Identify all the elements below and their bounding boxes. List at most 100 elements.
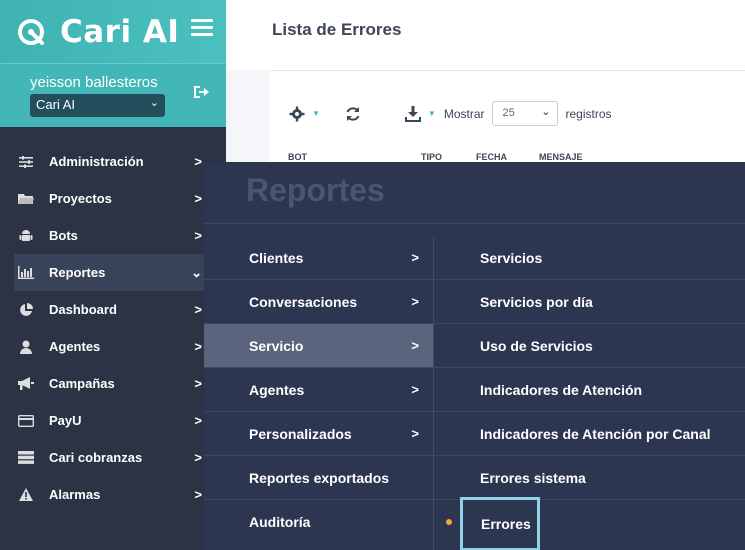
submenu-item-servicios[interactable]: Servicios xyxy=(434,236,745,280)
chevron-right-icon: > xyxy=(411,382,419,397)
caret-down-icon[interactable]: ▼ xyxy=(428,109,436,118)
submenu-item-errores[interactable]: Errores xyxy=(434,497,745,550)
sidebar-item-label: Reportes xyxy=(49,265,106,280)
menu-item-servicio[interactable]: Servicio > xyxy=(204,324,433,368)
chevron-down-icon: ⌄ xyxy=(191,264,202,280)
sidebar-item-campanas[interactable]: Campañas > xyxy=(0,365,226,402)
submenu-item-errores-sistema[interactable]: Errores sistema xyxy=(434,456,745,500)
records-label: registros xyxy=(565,106,612,121)
divider xyxy=(204,223,745,224)
menu-item-label: Personalizados xyxy=(249,425,352,442)
menu-item-agentes[interactable]: Agentes > xyxy=(204,368,433,412)
submenu-item-label: Errores sistema xyxy=(480,469,586,486)
sidebar-item-proyectos[interactable]: Proyectos > xyxy=(0,180,226,217)
menu-item-label: Conversaciones xyxy=(249,293,358,310)
chevron-down-icon: ⌄ xyxy=(541,106,551,118)
chevron-right-icon: > xyxy=(411,294,419,309)
submenu-item-label: Errores xyxy=(481,516,531,532)
sidebar-item-reportes[interactable]: Reportes ⌄ xyxy=(14,254,226,291)
submenu-item-label: Uso de Servicios xyxy=(480,337,593,354)
chevron-right-icon: > xyxy=(411,250,419,265)
sidebar-item-label: Bots xyxy=(49,228,78,243)
sidebar-item-dashboard[interactable]: Dashboard > xyxy=(0,291,226,328)
column-header-tipo[interactable]: TIPO xyxy=(421,152,442,162)
logout-icon[interactable] xyxy=(192,84,210,100)
sidebar-item-label: Campañas xyxy=(49,376,115,391)
menu-item-auditoria[interactable]: Auditoría xyxy=(204,500,433,544)
show-label: Mostrar xyxy=(443,106,485,121)
sidebar-item-alarmas[interactable]: Alarmas > xyxy=(0,476,226,513)
chevron-right-icon: > xyxy=(411,426,419,441)
pie-chart-icon xyxy=(18,302,34,317)
organization-select-value: Cari AI xyxy=(36,97,76,112)
column-header-mensaje[interactable]: MENSAJE xyxy=(539,152,583,162)
menu-item-conversaciones[interactable]: Conversaciones > xyxy=(204,280,433,324)
download-icon[interactable] xyxy=(404,105,422,123)
column-header-fecha[interactable]: FECHA xyxy=(476,152,507,162)
chevron-right-icon: > xyxy=(194,487,202,502)
brand-bar: Cari AI xyxy=(0,0,226,63)
chevron-right-icon: > xyxy=(194,339,202,354)
menu-item-label: Servicio xyxy=(249,337,304,354)
credit-card-icon xyxy=(18,414,34,428)
menu-item-personalizados[interactable]: Personalizados > xyxy=(204,412,433,456)
megaphone-icon xyxy=(18,377,34,391)
mega-menu-title: Reportes xyxy=(246,172,385,208)
sidebar-item-bots[interactable]: Bots > xyxy=(0,217,226,254)
sidebar-item-agentes[interactable]: Agentes > xyxy=(0,328,226,365)
submenu-item-label: Servicios por día xyxy=(480,293,593,310)
sidebar-item-label: Alarmas xyxy=(49,487,101,502)
mega-menu-servicio-submenu: Servicios Servicios por día Uso de Servi… xyxy=(433,236,745,550)
organization-select[interactable]: Cari AI ⌄ xyxy=(30,94,165,117)
submenu-item-label: Indicadores de Atención por Canal xyxy=(480,425,711,442)
chevron-right-icon: > xyxy=(194,413,202,428)
hamburger-menu-icon[interactable] xyxy=(191,19,213,37)
submenu-item-label: Servicios xyxy=(480,249,543,266)
cari-logo-icon xyxy=(16,15,50,49)
submenu-item-servicios-por-dia[interactable]: Servicios por día xyxy=(434,280,745,324)
submenu-item-uso-de-servicios[interactable]: Uso de Servicios xyxy=(434,324,745,368)
sidebar-item-label: Dashboard xyxy=(49,302,117,317)
caret-down-icon[interactable]: ▼ xyxy=(312,109,320,118)
sidebar-item-label: Cari cobranzas xyxy=(49,450,143,465)
chevron-right-icon: > xyxy=(194,228,202,243)
chevron-right-icon: > xyxy=(194,302,202,317)
sidebar-item-label: Administración xyxy=(49,154,144,169)
chevron-right-icon: > xyxy=(194,191,202,206)
sidebar-item-administracion[interactable]: Administración > xyxy=(0,143,226,180)
chevron-right-icon: > xyxy=(194,154,202,169)
chevron-down-icon: ⌄ xyxy=(149,97,159,109)
sliders-icon xyxy=(18,155,34,169)
user-panel: yeisson ballesteros Cari AI ⌄ xyxy=(0,63,226,127)
folder-icon xyxy=(18,192,34,206)
brand-name: Cari AI xyxy=(60,13,180,50)
submenu-item-label: Indicadores de Atención xyxy=(480,381,643,398)
page-size-select[interactable]: 25 ⌄ xyxy=(491,101,558,126)
menu-item-clientes[interactable]: Clientes > xyxy=(204,236,433,280)
page-title: Lista de Errores xyxy=(272,20,402,39)
active-dot-icon xyxy=(446,519,452,525)
reportes-mega-menu: Reportes Clientes > Conversaciones > Ser… xyxy=(204,162,745,550)
chevron-right-icon: > xyxy=(411,338,419,353)
android-icon xyxy=(18,229,34,243)
submenu-item-indicadores-de-atencion-por-canal[interactable]: Indicadores de Atención por Canal xyxy=(434,412,745,456)
sidebar-item-cari-cobranzas[interactable]: Cari cobranzas > xyxy=(0,439,226,476)
sidebar-item-payu[interactable]: PayU > xyxy=(0,402,226,439)
gear-icon[interactable] xyxy=(288,105,306,123)
menu-item-label: Reportes exportados xyxy=(249,469,390,486)
menu-item-label: Agentes xyxy=(249,381,305,398)
page-size-value: 25 xyxy=(502,107,515,119)
sidebar-item-label: PayU xyxy=(49,413,82,428)
table-toolbar: ▼ ▼ Mostrar 25 ⌄ registros xyxy=(288,101,612,126)
menu-item-reportes-exportados[interactable]: Reportes exportados xyxy=(204,456,433,500)
menu-item-label: Auditoría xyxy=(249,514,311,530)
sidebar-item-label: Proyectos xyxy=(49,191,112,206)
mega-menu-categories: Clientes > Conversaciones > Servicio > A… xyxy=(204,236,433,544)
column-header-bot[interactable]: BOT xyxy=(288,152,307,162)
server-icon xyxy=(18,451,34,465)
warning-icon xyxy=(18,488,34,502)
refresh-icon[interactable] xyxy=(344,105,362,123)
submenu-item-indicadores-de-atencion[interactable]: Indicadores de Atención xyxy=(434,368,745,412)
sidebar-nav: Administración > Proyectos > Bots > Repo… xyxy=(0,127,226,513)
user-icon xyxy=(18,340,34,354)
